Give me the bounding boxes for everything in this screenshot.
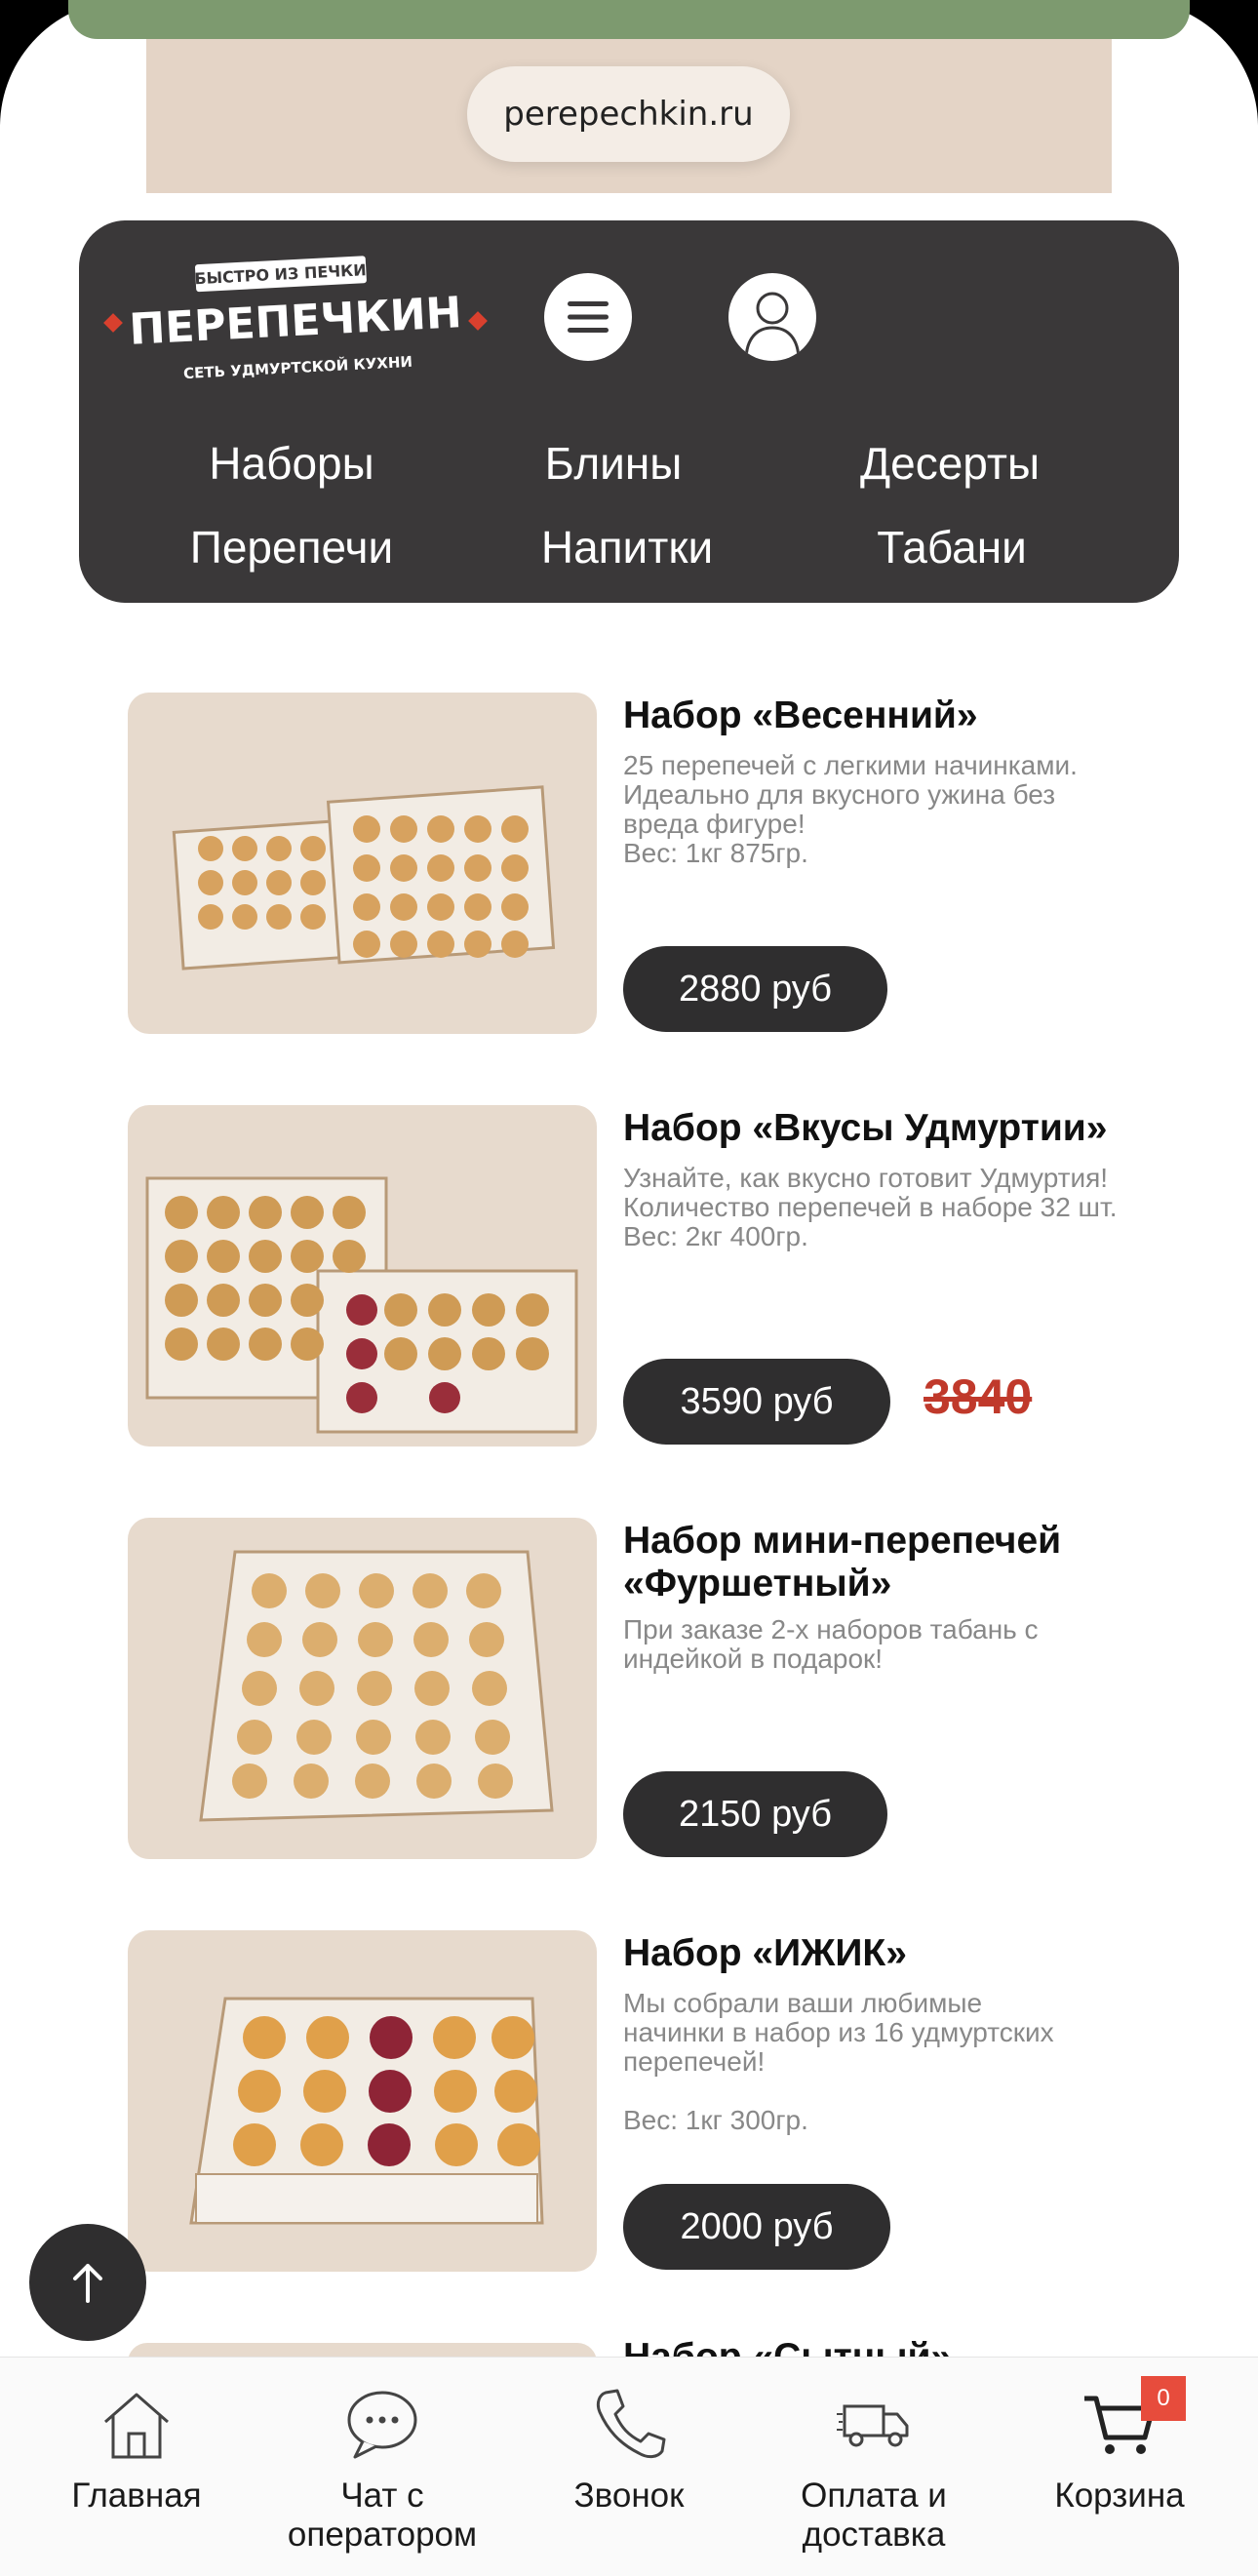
chat-icon — [347, 2391, 417, 2459]
product-card[interactable]: Набор «Весенний» 25 перепечей с легкими … — [128, 693, 1161, 1034]
category-link[interactable]: Блины — [467, 437, 760, 490]
screen: perepechkin.ru БЫСТРО ИЗ ПЕЧКИ ПЕРЕПЕЧКИ… — [0, 0, 1258, 2576]
nav-home[interactable]: Главная — [20, 2358, 254, 2576]
price-button[interactable]: 2880 руб — [623, 946, 887, 1032]
product-card[interactable]: Набор мини-перепечей «Фуршетный» При зак… — [128, 1518, 1161, 1859]
user-icon — [744, 292, 801, 361]
menu-button[interactable] — [544, 273, 632, 361]
nav-call[interactable]: Звонок — [512, 2358, 746, 2576]
url-text: perepechkin.ru — [503, 95, 754, 134]
product-card[interactable]: Набор «ИЖИК» Мы собрали ваши любимые нач… — [128, 1930, 1161, 2272]
nav-label: Чат с оператором — [287, 2477, 478, 2554]
price-button[interactable]: 3590 руб — [623, 1359, 890, 1445]
product-title[interactable]: Набор «Вкусы Удмуртии» — [623, 1107, 1169, 1150]
nav-label: Оплата и доставка — [801, 2477, 947, 2554]
scroll-to-top-button[interactable] — [29, 2224, 146, 2341]
svg-text:ПЕРЕПЕЧКИН: ПЕРЕПЕЧКИН — [128, 288, 462, 355]
nav-label: Главная — [71, 2477, 202, 2515]
product-image[interactable] — [128, 1518, 597, 1859]
product-description: 25 перепечей с легкими начинками. Идеаль… — [623, 750, 1078, 868]
product-title[interactable]: Набор «ИЖИК» — [623, 1932, 1169, 1975]
category-link[interactable]: Перепечи — [145, 521, 438, 574]
product-description: Узнайте, как вкусно готовит Удмуртия! Ко… — [623, 1163, 1118, 1251]
cart-count-badge: 0 — [1141, 2376, 1186, 2421]
brand-logo[interactable]: БЫСТРО ИЗ ПЕЧКИ ПЕРЕПЕЧКИН СЕТЬ УДМУРТСК… — [100, 248, 491, 394]
account-button[interactable] — [728, 273, 816, 361]
nav-chat[interactable]: Чат с оператором — [265, 2358, 499, 2576]
site-header: БЫСТРО ИЗ ПЕЧКИ ПЕРЕПЕЧКИН СЕТЬ УДМУРТСК… — [79, 220, 1179, 603]
product-title[interactable]: Набор мини-перепечей «Фуршетный» — [623, 1520, 1169, 1605]
category-link[interactable]: Табани — [806, 521, 1098, 574]
nav-payment-delivery[interactable]: Оплата и доставка — [757, 2358, 991, 2576]
product-image[interactable] — [128, 693, 597, 1034]
nav-cart[interactable]: Корзина — [1002, 2358, 1237, 2576]
product-title[interactable]: Набор «Сытный» — [623, 2336, 1169, 2358]
category-link[interactable]: Наборы — [145, 437, 438, 490]
arrow-up-icon — [73, 2264, 102, 2303]
nav-label: Корзина — [1054, 2477, 1185, 2515]
product-title[interactable]: Набор «Весенний» — [623, 694, 1169, 737]
delivery-truck-icon — [837, 2404, 909, 2447]
price-button[interactable]: 2000 руб — [623, 2184, 890, 2270]
product-image[interactable] — [128, 1105, 597, 1447]
nav-label: Звонок — [573, 2477, 685, 2515]
url-bar[interactable]: perepechkin.ru — [467, 66, 790, 162]
product-description: При заказе 2-х наборов табань с индейкой… — [623, 1614, 1039, 1674]
product-description: Мы собрали ваши любимые начинки в набор … — [623, 1988, 1054, 2135]
bottom-navigation: Главная Чат с оператором Звонок Оплата и… — [0, 2357, 1258, 2576]
category-link[interactable]: Десерты — [804, 437, 1096, 490]
category-link[interactable]: Напитки — [481, 521, 773, 574]
svg-text:СЕТЬ УДМУРТСКОЙ КУХНИ: СЕТЬ УДМУРТСКОЙ КУХНИ — [183, 352, 413, 382]
product-image[interactable] — [128, 1930, 597, 2272]
home-icon — [104, 2393, 169, 2459]
phone-icon — [596, 2389, 666, 2459]
hamburger-icon — [568, 301, 609, 333]
price-button[interactable]: 2150 руб — [623, 1771, 887, 1857]
old-price: 3840 — [924, 1369, 1033, 1424]
hero-banner-strip — [68, 0, 1190, 39]
product-card[interactable]: Набор «Вкусы Удмуртии» Узнайте, как вкус… — [128, 1105, 1161, 1447]
